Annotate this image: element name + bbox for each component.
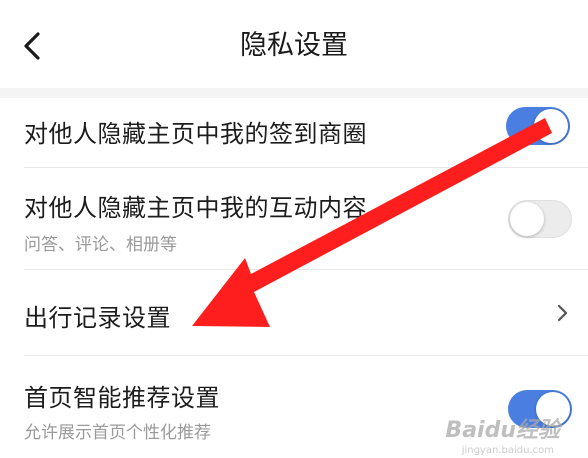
setting-subtitle: 问答、评论、相册等 xyxy=(24,235,177,255)
setting-row-travel-records[interactable]: 出行记录设置 xyxy=(0,270,588,356)
watermark-url: jingyan.baidu.com xyxy=(461,445,554,456)
setting-title: 首页智能推荐设置 xyxy=(24,384,220,412)
navigation-bar: 隐私设置 xyxy=(0,0,588,88)
hide-checkin-area-toggle[interactable] xyxy=(506,107,570,145)
page-title: 隐私设置 xyxy=(240,30,348,61)
setting-row-hide-checkin-area: 对他人隐藏主页中我的签到商圈 xyxy=(0,98,588,168)
setting-title: 出行记录设置 xyxy=(24,304,171,332)
toggle-knob xyxy=(534,109,568,143)
setting-title: 对他人隐藏主页中我的互动内容 xyxy=(24,194,367,222)
setting-title: 对他人隐藏主页中我的签到商圈 xyxy=(24,120,367,148)
watermark: Baidu经验 xyxy=(445,418,560,443)
toggle-knob xyxy=(510,202,544,236)
setting-row-hide-interactions: 对他人隐藏主页中我的互动内容 问答、评论、相册等 xyxy=(0,168,588,270)
setting-subtitle: 允许展示首页个性化推荐 xyxy=(24,423,211,443)
hide-interactions-toggle[interactable] xyxy=(508,200,572,238)
chevron-right-icon xyxy=(557,304,568,322)
section-gap xyxy=(0,88,588,98)
privacy-settings-page: 隐私设置 对他人隐藏主页中我的签到商圈 对他人隐藏主页中我的互动内容 问答、评论… xyxy=(0,0,588,458)
